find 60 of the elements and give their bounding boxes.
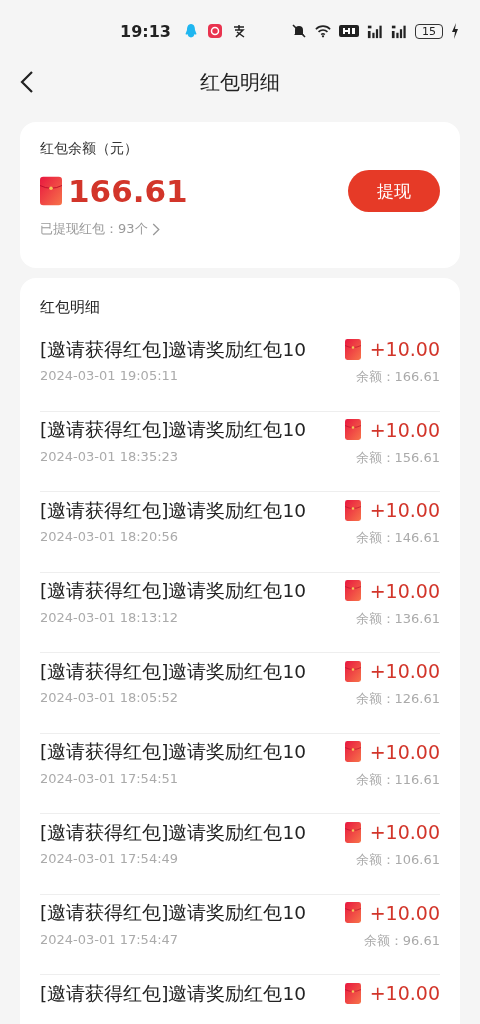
record-balance: 余额：156.61 (355, 448, 440, 467)
signal-icon (366, 23, 383, 39)
record-amount: +10.00 (369, 338, 440, 360)
envelope-icon (40, 176, 62, 206)
record-time: 2024-03-01 18:20:56 (40, 529, 179, 546)
battery-level: 15 (414, 23, 443, 39)
section-title: 红包明细 (40, 298, 101, 317)
envelope-icon (344, 499, 361, 521)
record-amount: +10.00 (369, 740, 440, 763)
envelope-icon (344, 741, 361, 762)
record-time: 2024-03-01 17:54:49 (40, 851, 179, 868)
withdraw-button[interactable]: 提现 (348, 170, 440, 212)
record-balance: 余额：126.61 (355, 690, 440, 708)
record-time: 2024-03-01 17:54:51 (40, 770, 179, 788)
back-icon[interactable] (20, 70, 34, 94)
record-amount: +10.00 (369, 579, 440, 602)
envelope-icon (344, 902, 361, 923)
record-balance: 余额：146.61 (355, 529, 440, 547)
envelope-icon (344, 419, 361, 440)
record-time: 2024-03-01 18:35:23 (40, 448, 179, 466)
record-title: [邀请获得红包]邀请奖励红包10 (40, 337, 307, 362)
record-title: [邀请获得红包]邀请奖励红包10 (40, 820, 307, 845)
record-balance: 余额：106.61 (355, 851, 440, 869)
envelope-icon (344, 982, 361, 1004)
record-title: [邀请获得红包]邀请奖励红包10 (40, 659, 307, 684)
record-amount: +10.00 (369, 499, 440, 521)
hd-icon (338, 23, 359, 39)
wifi-icon (314, 23, 331, 39)
record-amount: +10.00 (369, 418, 440, 441)
charging-icon (450, 23, 459, 39)
envelope-icon (344, 338, 361, 360)
record-balance: 余额：166.61 (355, 368, 440, 386)
status-time: 19:13 (120, 21, 171, 41)
envelope-icon (344, 580, 361, 601)
record-amount: +10.00 (369, 901, 440, 924)
record-title: [邀请获得红包]邀请奖励红包10 (40, 901, 307, 925)
record-title: [邀请获得红包]邀请奖励红包10 (40, 579, 307, 603)
withdrawn-link[interactable]: 已提现红包：93个 (40, 220, 148, 238)
page-title: 红包明细 (200, 68, 280, 96)
balance-label: 红包余额（元） (40, 140, 139, 158)
envelope-icon (344, 660, 361, 682)
record-balance: 余额：116.61 (355, 770, 440, 789)
record-title: [邀请获得红包]邀请奖励红包10 (40, 418, 307, 442)
record-balance: 余额：96.61 (363, 931, 440, 950)
record-title: [邀请获得红包]邀请奖励红包10 (40, 981, 307, 1006)
record-balance: 余额：136.61 (355, 609, 440, 628)
record-time: 2024-03-01 17:54:47 (40, 931, 179, 949)
record-time: 2024-03-01 18:13:12 (40, 609, 179, 627)
record-time: 2024-03-01 18:05:52 (40, 690, 179, 707)
muted-bell-icon (290, 23, 307, 39)
balance-amount: 166.61 (68, 173, 189, 209)
record-title: [邀请获得红包]邀请奖励红包10 (40, 498, 307, 523)
record-time: 2024-03-01 19:05:11 (40, 368, 179, 385)
envelope-icon (344, 821, 361, 843)
record-amount: +10.00 (369, 982, 440, 1004)
record-amount: +10.00 (369, 821, 440, 843)
record-amount: +10.00 (369, 660, 440, 682)
record-title: [邀请获得红包]邀请奖励红包10 (40, 740, 307, 764)
signal-icon (390, 23, 407, 39)
chevron-icon[interactable] (151, 222, 160, 236)
